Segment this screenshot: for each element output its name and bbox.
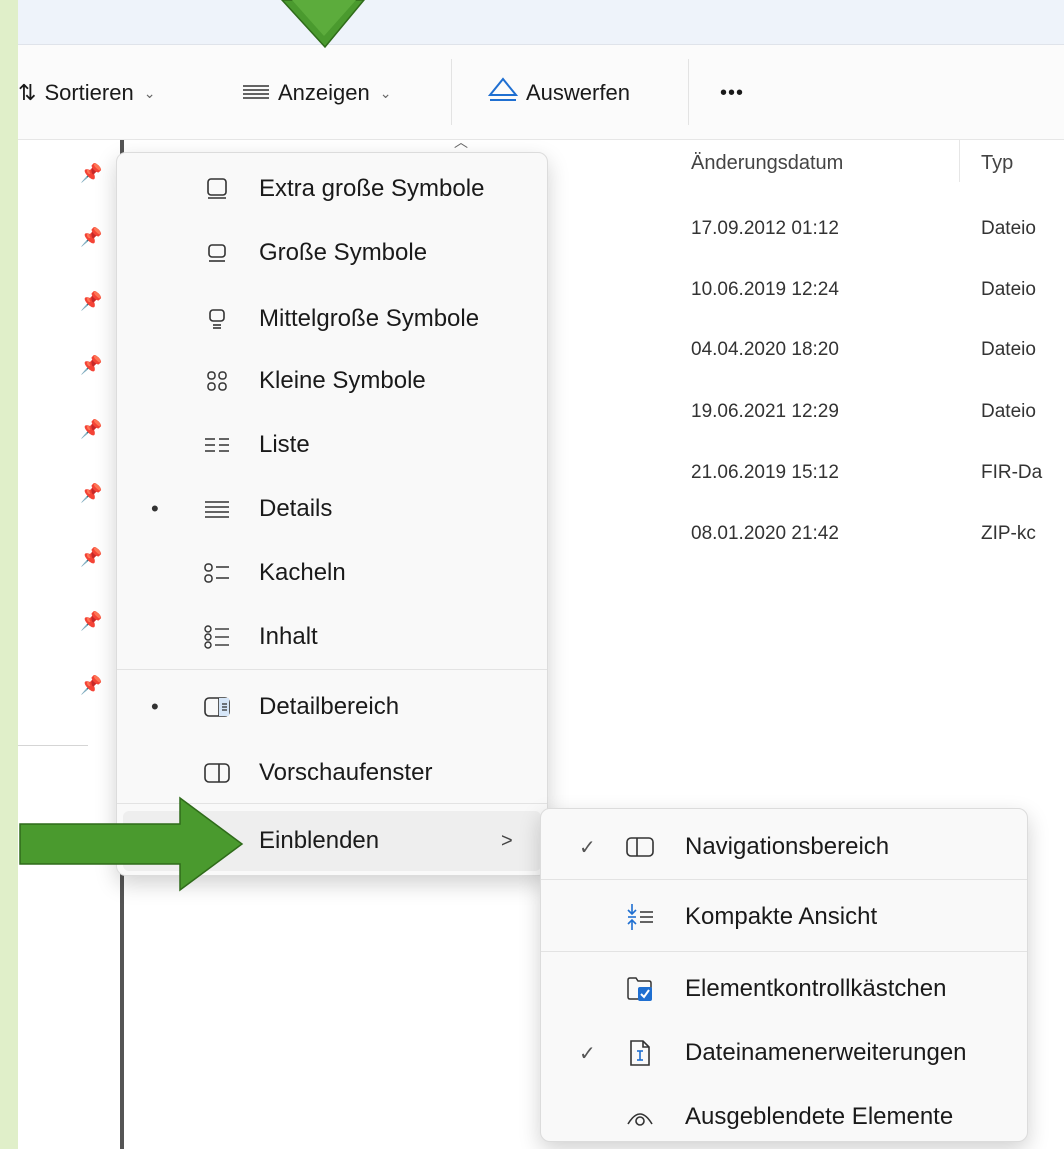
tiles-icon xyxy=(203,559,231,587)
row-date: 17.09.2012 01:12 xyxy=(691,218,839,239)
check-icon: ✓ xyxy=(579,1042,596,1065)
eject-label: Auswerfen xyxy=(526,80,630,105)
sort-button[interactable]: ⇅ Sortieren ⌄ xyxy=(18,77,155,109)
pin-icon[interactable]: 📌 xyxy=(80,420,102,438)
row-date: 19.06.2021 12:29 xyxy=(691,401,839,422)
row-date: 21.06.2019 15:12 xyxy=(691,462,839,483)
file-extension-icon xyxy=(625,1038,655,1068)
column-divider[interactable] xyxy=(959,140,960,182)
hidden-items-icon xyxy=(625,1102,655,1132)
pin-icon[interactable]: 📌 xyxy=(80,484,102,502)
menu-item-details[interactable]: • Details xyxy=(117,479,547,539)
menu-item-details-pane[interactable]: • Detailbereich xyxy=(117,677,547,737)
sort-label: Sortieren xyxy=(44,80,134,105)
annotation-arrow-down-icon xyxy=(280,0,365,49)
submenu-item-compact-view[interactable]: Kompakte Ansicht xyxy=(541,885,1027,949)
monitor-icon xyxy=(203,239,231,267)
menu-divider xyxy=(541,951,1027,952)
pin-icon[interactable]: 📌 xyxy=(80,292,102,310)
toolbar-divider xyxy=(688,59,689,125)
row-date: 04.04.2020 18:20 xyxy=(691,339,839,360)
row-type: ZIP-kc xyxy=(981,523,1036,544)
chevron-right-icon: > xyxy=(501,829,513,852)
row-type: Dateio xyxy=(981,339,1036,360)
row-date: 10.06.2019 12:24 xyxy=(691,279,839,300)
annotation-arrow-right-icon xyxy=(19,796,244,892)
eject-icon xyxy=(487,77,519,109)
item-checkbox-icon xyxy=(625,974,655,1004)
menu-item-list[interactable]: Liste xyxy=(117,415,547,475)
menu-item-medium-icons[interactable]: Mittelgroße Symbole xyxy=(117,289,547,349)
navigation-pane-icon xyxy=(625,832,655,862)
menu-item-extra-large-icons[interactable]: Extra große Symbole xyxy=(117,159,547,219)
view-button[interactable]: Anzeigen ⌄ xyxy=(242,77,391,109)
pin-icon[interactable]: 📌 xyxy=(80,228,102,246)
chevron-down-icon: ⌄ xyxy=(143,84,156,101)
show-submenu: ✓ Navigationsbereich Kompakte Ansicht El… xyxy=(540,808,1028,1142)
check-icon: ✓ xyxy=(579,836,596,859)
menu-item-large-icons[interactable]: Große Symbole xyxy=(117,223,547,283)
details-pane-icon xyxy=(203,693,231,721)
menu-divider xyxy=(117,669,547,670)
view-menu: Extra große Symbole Große Symbole Mittel… xyxy=(116,152,548,876)
chevron-down-icon: ⌄ xyxy=(379,84,392,101)
view-icon xyxy=(242,80,270,106)
more-icon: ••• xyxy=(720,81,745,104)
view-label: Anzeigen xyxy=(278,80,370,105)
details-icon xyxy=(203,495,231,523)
row-type: Dateio xyxy=(981,218,1036,239)
row-type: FIR-Da xyxy=(981,462,1043,483)
sort-icon: ⇅ xyxy=(18,80,37,105)
selected-dot-icon: • xyxy=(151,694,159,719)
eject-button[interactable]: Auswerfen xyxy=(487,77,630,109)
menu-item-content[interactable]: Inhalt xyxy=(117,607,547,667)
navigation-pane: 📌 📌 📌 📌 📌 📌 📌 📌 📌 xyxy=(18,140,106,1149)
monitor-medium-icon xyxy=(203,305,231,333)
sidebar-divider xyxy=(18,745,88,746)
selected-dot-icon: • xyxy=(151,496,159,521)
pin-icon[interactable]: 📌 xyxy=(80,548,102,566)
content-icon xyxy=(203,623,231,651)
submenu-item-item-checkboxes[interactable]: Elementkontrollkästchen xyxy=(541,957,1027,1021)
submenu-item-navigation-pane[interactable]: ✓ Navigationsbereich xyxy=(541,815,1027,879)
column-header-type[interactable]: Typ xyxy=(981,152,1013,175)
list-icon xyxy=(203,431,231,459)
row-type: Dateio xyxy=(981,401,1036,422)
submenu-item-file-extensions[interactable]: ✓ Dateinamenerweiterungen xyxy=(541,1021,1027,1085)
menu-item-tiles[interactable]: Kacheln xyxy=(117,543,547,603)
pin-icon[interactable]: 📌 xyxy=(80,612,102,630)
row-type: Dateio xyxy=(981,279,1036,300)
pin-icon[interactable]: 📌 xyxy=(80,676,102,694)
monitor-large-icon xyxy=(203,175,231,203)
preview-pane-icon xyxy=(203,759,231,787)
pin-icon[interactable]: 📌 xyxy=(80,164,102,182)
menu-item-preview-pane[interactable]: Vorschaufenster xyxy=(117,743,547,803)
column-header-date[interactable]: Änderungsdatum xyxy=(691,152,843,175)
compact-view-icon xyxy=(625,902,655,932)
toolbar-divider xyxy=(451,59,452,125)
address-bar-strip xyxy=(18,0,1064,45)
small-icons-grid-icon xyxy=(203,367,231,395)
menu-item-small-icons[interactable]: Kleine Symbole xyxy=(117,351,547,411)
more-options-button[interactable]: ••• xyxy=(720,77,744,109)
menu-divider xyxy=(541,879,1027,880)
command-bar: ⇅ Sortieren ⌄ Anzeigen ⌄ Auswerfen ••• xyxy=(18,45,1064,140)
submenu-item-hidden-items[interactable]: Ausgeblendete Elemente xyxy=(541,1085,1027,1149)
row-date: 08.01.2020 21:42 xyxy=(691,523,839,544)
pin-icon[interactable]: 📌 xyxy=(80,356,102,374)
